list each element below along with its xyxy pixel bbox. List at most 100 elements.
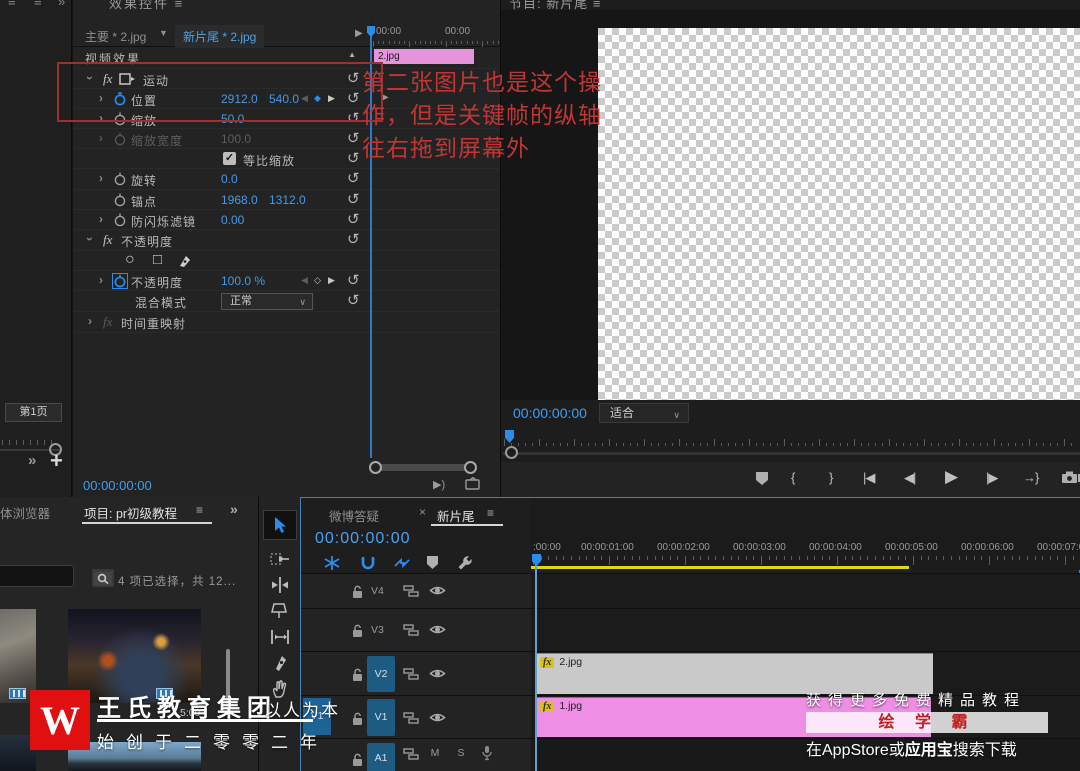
export-frame-icon[interactable] xyxy=(1061,471,1078,484)
timeline-timecode[interactable]: 00:00:00:00 xyxy=(315,530,411,548)
zoom-handle-icon[interactable] xyxy=(505,446,518,459)
chevron-double-icon[interactable]: » xyxy=(28,452,36,469)
razor-tool[interactable] xyxy=(270,601,290,621)
zoom-handle-left[interactable] xyxy=(369,461,382,474)
reset-icon[interactable]: ↺ xyxy=(347,169,360,187)
insert-nest-toggle-icon[interactable] xyxy=(323,555,341,571)
clip-duration-chip[interactable]: 2.jpg xyxy=(374,49,474,64)
page-1-button[interactable]: 第1页 xyxy=(5,403,62,422)
add-keyframe-icon[interactable]: ◇ xyxy=(314,275,321,286)
expand-icon[interactable]: › xyxy=(99,171,103,185)
linked-selection-icon[interactable] xyxy=(393,555,411,571)
play-icon[interactable]: ▶ xyxy=(945,467,958,487)
eye-icon[interactable] xyxy=(429,584,446,597)
add-marker-icon[interactable] xyxy=(756,472,768,485)
effect-controls-timecode[interactable]: 00:00:00:00 xyxy=(83,478,152,493)
tab-sequence-inactive[interactable]: 微博答疑 xyxy=(329,506,379,525)
step-back-icon[interactable]: ◀| xyxy=(904,470,916,486)
timeline-ruler[interactable]: :00:00 00:00:01:00 00:00:02:00 00:00:03:00 0… xyxy=(531,498,1080,570)
next-keyframe-icon[interactable]: ▶ xyxy=(328,275,335,286)
add-icon[interactable]: + xyxy=(50,448,63,474)
ellipse-mask-icon[interactable]: ○ xyxy=(125,251,135,269)
project-item-thumbnail[interactable] xyxy=(0,609,36,703)
close-icon[interactable]: × xyxy=(419,505,426,519)
tab-sequence-active[interactable]: 新片尾 xyxy=(437,506,475,525)
go-to-in-icon[interactable]: |◀ xyxy=(863,470,875,486)
export-frame-icon[interactable] xyxy=(465,477,481,490)
reset-icon[interactable]: ↺ xyxy=(347,271,360,289)
reset-icon[interactable]: ↺ xyxy=(347,149,360,167)
stopwatch-icon-active[interactable] xyxy=(112,273,128,289)
panel-menu-icon[interactable]: ≡ xyxy=(8,0,16,9)
work-area-bar[interactable] xyxy=(531,566,909,569)
track-v3-content[interactable] xyxy=(531,609,1080,651)
search-bin-icon[interactable] xyxy=(92,569,114,587)
expand-icon[interactable]: › xyxy=(99,131,103,145)
overflow-icon[interactable]: » xyxy=(230,501,238,517)
panel-menu-icon[interactable]: ≡ xyxy=(196,503,203,517)
expand-icon[interactable]: › xyxy=(99,273,103,287)
zoom-level-select[interactable]: 适合 ∨ xyxy=(599,403,689,423)
sync-lock-icon[interactable] xyxy=(403,667,419,681)
reset-icon[interactable]: ↺ xyxy=(347,230,360,248)
stopwatch-icon[interactable] xyxy=(113,213,127,227)
timeline-clip-2jpg[interactable]: fx 2.jpg xyxy=(536,653,933,694)
expand-icon[interactable]: › xyxy=(99,212,103,226)
slip-tool[interactable] xyxy=(270,627,290,647)
mute-button[interactable]: M xyxy=(427,747,443,759)
program-mini-ruler[interactable] xyxy=(501,430,1080,448)
reset-icon[interactable]: ↺ xyxy=(347,190,360,208)
snap-magnet-icon[interactable] xyxy=(359,555,377,571)
rotation-value[interactable]: 0.0 xyxy=(221,172,238,186)
rotation-row[interactable]: › 旋转 0.0 ↺ xyxy=(73,169,500,190)
panel-menu-icon[interactable]: ≡ xyxy=(34,0,42,9)
rect-mask-icon[interactable]: □ xyxy=(153,251,162,268)
sync-lock-icon[interactable] xyxy=(403,623,419,637)
track-label[interactable]: V3 xyxy=(371,624,384,636)
add-marker-icon[interactable] xyxy=(427,556,438,569)
mark-out-icon[interactable]: } xyxy=(829,470,833,485)
panel-menu-icon[interactable]: ≡ xyxy=(487,506,494,520)
antiflicker-value[interactable]: 0.00 xyxy=(221,213,244,227)
track-label[interactable]: V4 xyxy=(371,585,384,597)
eye-icon[interactable] xyxy=(429,667,446,680)
opacity-value[interactable]: 100.0 % xyxy=(221,274,265,288)
expand-icon[interactable]: › xyxy=(88,314,92,328)
stopwatch-icon[interactable] xyxy=(113,172,127,186)
sync-lock-icon[interactable] xyxy=(403,711,419,725)
voiceover-mic-icon[interactable] xyxy=(481,745,493,761)
track-select-forward-tool[interactable] xyxy=(270,549,290,569)
program-timecode[interactable]: 00:00:00:00 xyxy=(513,405,587,421)
source-clip-tab[interactable]: 主要 * 2.jpg xyxy=(85,28,146,45)
timeline-settings-wrench-icon[interactable] xyxy=(457,555,475,571)
collapse-icon[interactable]: ▲ xyxy=(348,50,356,59)
lock-icon[interactable] xyxy=(351,624,364,638)
sync-lock-icon[interactable] xyxy=(403,747,419,761)
stopwatch-icon[interactable] xyxy=(113,193,127,207)
chevron-down-icon[interactable]: ▼ xyxy=(159,28,168,38)
lock-icon[interactable] xyxy=(351,585,364,599)
eye-icon[interactable] xyxy=(429,711,446,724)
playhead-line[interactable] xyxy=(535,554,537,771)
reset-icon[interactable]: ↺ xyxy=(347,291,360,309)
track-label-targeted[interactable]: V1 xyxy=(367,699,395,736)
show-video-keyframes-icon[interactable]: ▶ xyxy=(355,28,363,39)
mini-timeline-zoombar[interactable] xyxy=(369,461,477,474)
lock-icon[interactable] xyxy=(351,712,364,726)
anchor-y-value[interactable]: 1312.0 xyxy=(269,193,306,207)
reset-icon[interactable]: ↺ xyxy=(347,210,360,228)
go-to-out-icon[interactable]: →} xyxy=(1023,470,1039,485)
panel-menu-icon[interactable]: ≡ xyxy=(175,0,185,11)
pen-tool[interactable] xyxy=(270,653,290,673)
opacity-row[interactable]: › 不透明度 100.0 % ◀ ◇ ▶ ↺ xyxy=(73,271,500,291)
selection-tool[interactable] xyxy=(263,510,297,540)
expand-icon[interactable]: › xyxy=(83,237,97,241)
track-label-targeted[interactable]: A1 xyxy=(367,743,395,771)
search-input[interactable] xyxy=(0,565,74,587)
track-label-targeted[interactable]: V2 xyxy=(367,656,395,692)
checkbox-checked-icon[interactable]: ✓ xyxy=(223,152,236,165)
anchor-x-value[interactable]: 1968.0 xyxy=(221,193,258,207)
lock-icon[interactable] xyxy=(351,753,364,767)
anchor-point-row[interactable]: 锚点 1968.0 1312.0 ↺ xyxy=(73,190,500,210)
lock-icon[interactable] xyxy=(351,668,364,682)
